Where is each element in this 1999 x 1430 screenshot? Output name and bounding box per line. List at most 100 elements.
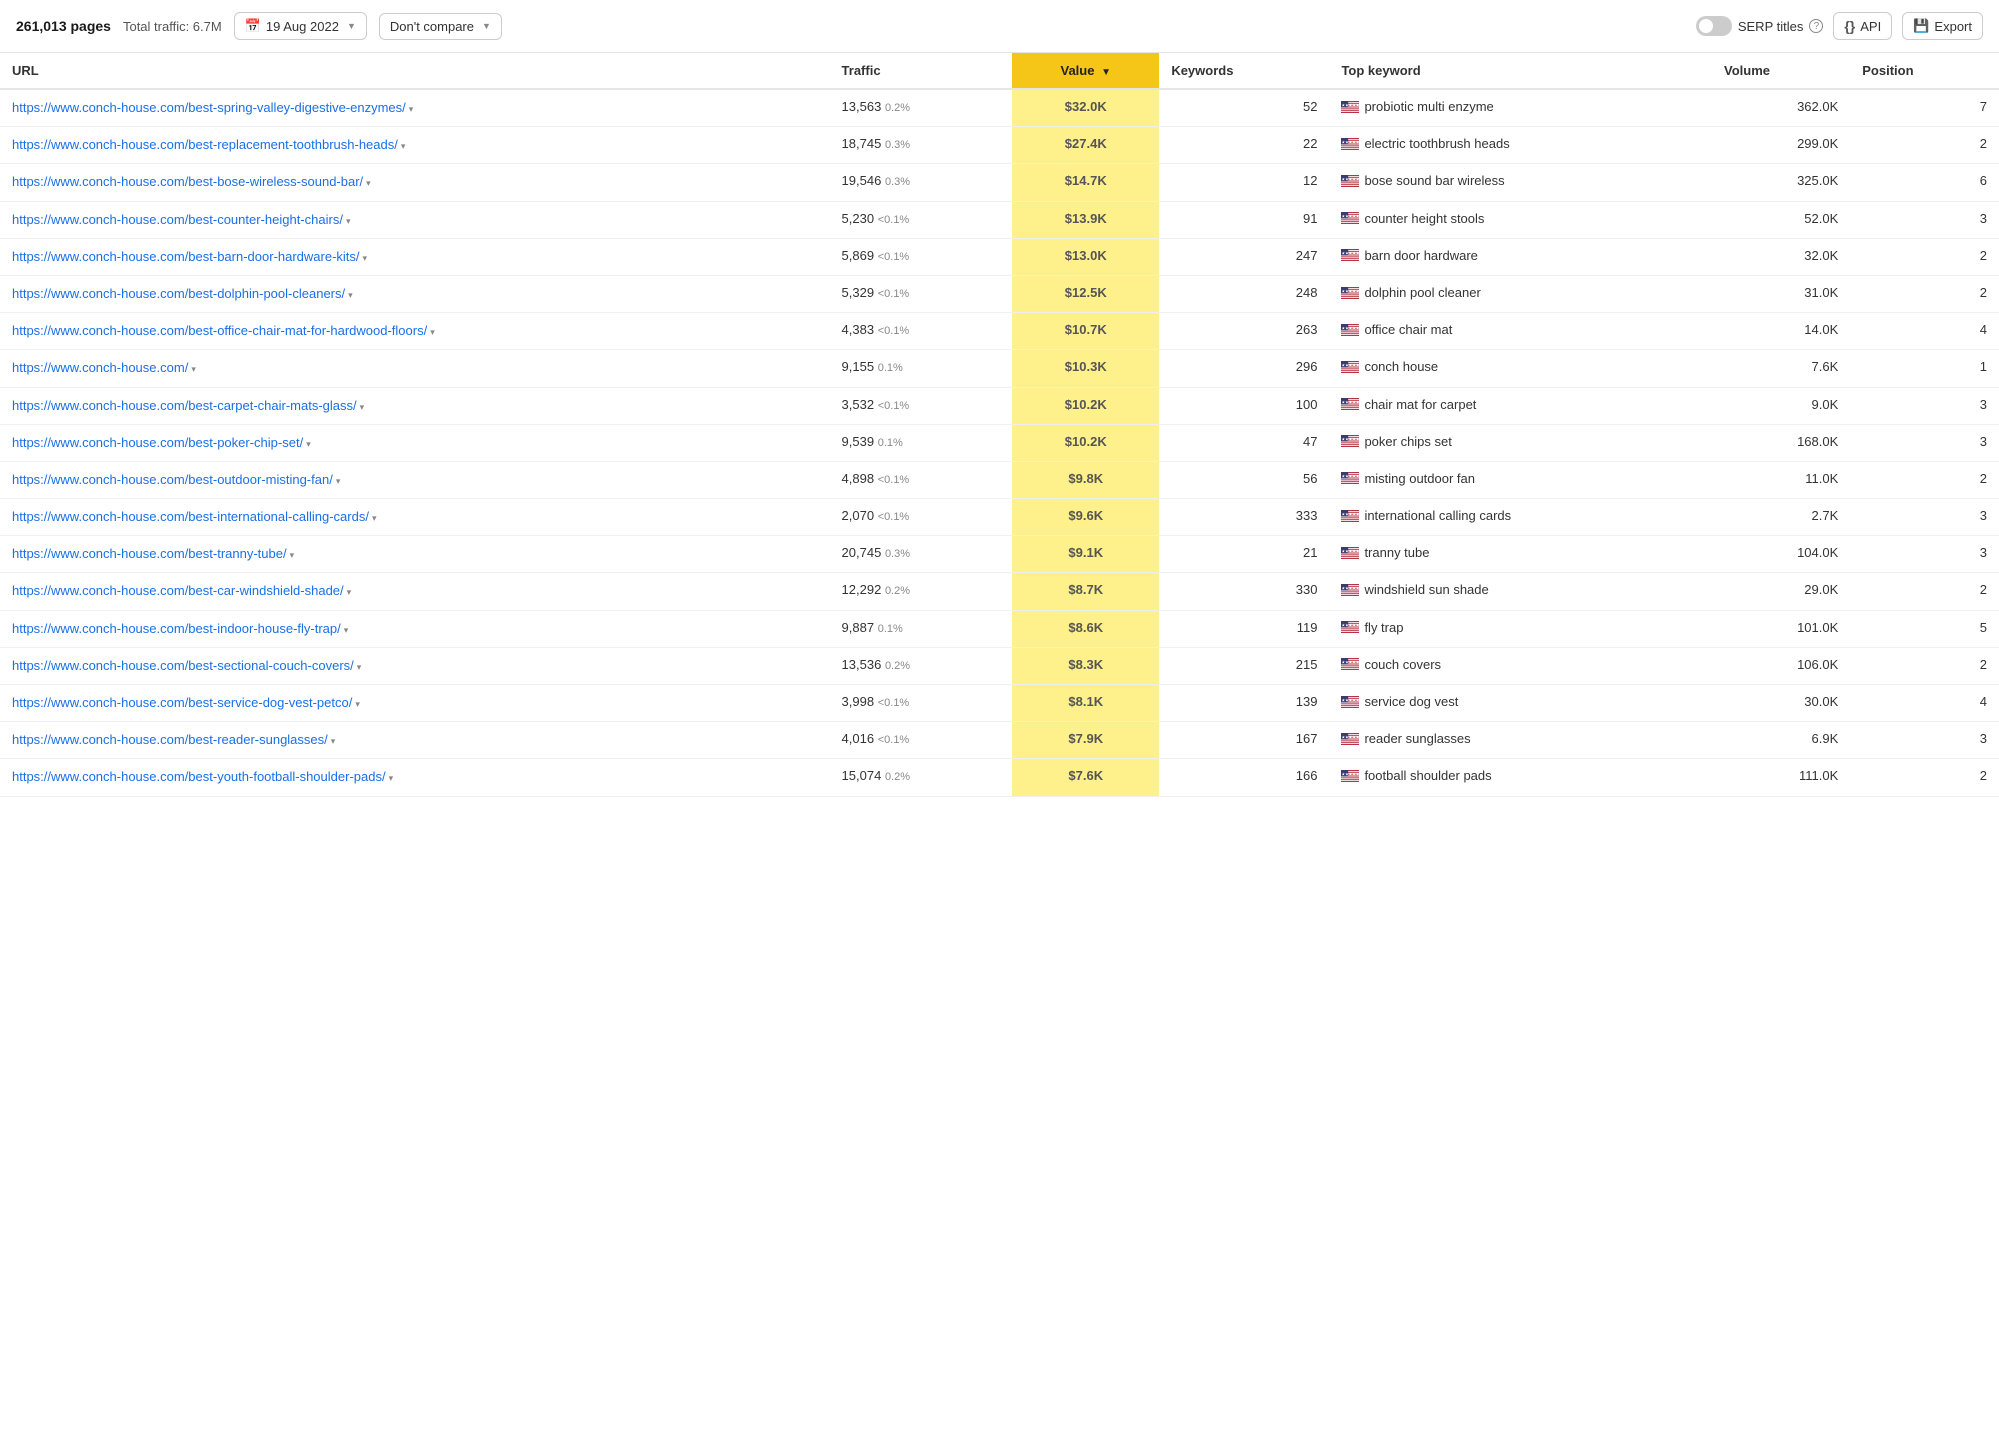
url-cell: https://www.conch-house.com/best-poker-c… — [0, 424, 830, 461]
url-chevron-icon[interactable]: ▾ — [355, 698, 360, 711]
keywords-cell: 22 — [1159, 127, 1329, 164]
traffic-header[interactable]: Traffic — [830, 53, 1013, 89]
url-link[interactable]: https://www.conch-house.com/best-indoor-… — [12, 621, 341, 636]
url-chevron-icon[interactable]: ▾ — [372, 512, 377, 525]
url-chevron-icon[interactable]: ▾ — [347, 586, 352, 599]
api-button[interactable]: {} API — [1833, 12, 1892, 40]
export-button[interactable]: 💾 Export — [1902, 12, 1983, 40]
us-flag-icon: ★★★★★★ — [1341, 472, 1359, 484]
url-link[interactable]: https://www.conch-house.com/best-outdoor… — [12, 472, 333, 487]
value-cell: $10.2K — [1012, 387, 1159, 424]
volume-header[interactable]: Volume — [1712, 53, 1850, 89]
value-cell: $9.6K — [1012, 499, 1159, 536]
url-chevron-icon[interactable]: ▾ — [357, 661, 362, 674]
keywords-cell: 21 — [1159, 536, 1329, 573]
url-chevron-icon[interactable]: ▾ — [346, 215, 351, 228]
compare-label: Don't compare — [390, 19, 474, 34]
keywords-header[interactable]: Keywords — [1159, 53, 1329, 89]
svg-text:★★★★★★: ★★★★★★ — [1342, 437, 1360, 442]
url-chevron-icon[interactable]: ▾ — [331, 735, 336, 748]
url-cell: https://www.conch-house.com/ ▾ — [0, 350, 830, 387]
top-keyword-cell: ★★★★★★ couch covers — [1329, 647, 1712, 684]
url-link[interactable]: https://www.conch-house.com/best-dolphin… — [12, 286, 345, 301]
serp-toggle-wrap: SERP titles ? — [1696, 16, 1824, 36]
position-cell: 2 — [1850, 573, 1999, 610]
url-link[interactable]: https://www.conch-house.com/best-interna… — [12, 509, 369, 524]
url-link[interactable]: https://www.conch-house.com/best-poker-c… — [12, 435, 303, 450]
url-chevron-icon[interactable]: ▾ — [306, 438, 311, 451]
url-link[interactable]: https://www.conch-house.com/ — [12, 360, 188, 375]
us-flag-icon: ★★★★★★ — [1341, 249, 1359, 261]
url-chevron-icon[interactable]: ▾ — [336, 475, 341, 488]
position-cell: 7 — [1850, 89, 1999, 127]
traffic-value: 3,532 — [842, 397, 875, 412]
url-link[interactable]: https://www.conch-house.com/best-section… — [12, 658, 354, 673]
url-link[interactable]: https://www.conch-house.com/best-spring-… — [12, 100, 406, 115]
url-header[interactable]: URL — [0, 53, 830, 89]
compare-button[interactable]: Don't compare ▼ — [379, 13, 502, 40]
position-cell: 2 — [1850, 275, 1999, 312]
date-label: 19 Aug 2022 — [266, 19, 339, 34]
traffic-pct: 0.1% — [878, 362, 903, 374]
url-cell: https://www.conch-house.com/best-outdoor… — [0, 461, 830, 498]
top-keyword-cell: ★★★★★★ misting outdoor fan — [1329, 461, 1712, 498]
url-chevron-icon[interactable]: ▾ — [290, 549, 295, 562]
top-keyword-text: football shoulder pads — [1364, 768, 1491, 783]
top-keyword-header[interactable]: Top keyword — [1329, 53, 1712, 89]
url-chevron-icon[interactable]: ▾ — [348, 289, 353, 302]
svg-text:★★★★★★: ★★★★★★ — [1342, 586, 1360, 591]
help-icon[interactable]: ? — [1809, 19, 1823, 33]
top-keyword-text: tranny tube — [1364, 545, 1429, 560]
table-row: https://www.conch-house.com/best-dolphin… — [0, 275, 1999, 312]
top-keyword-cell: ★★★★★★ probiotic multi enzyme — [1329, 89, 1712, 127]
url-link[interactable]: https://www.conch-house.com/best-counter… — [12, 212, 343, 227]
traffic-value: 13,563 — [842, 99, 882, 114]
url-link[interactable]: https://www.conch-house.com/best-barn-do… — [12, 249, 360, 264]
traffic-cell: 9,539 0.1% — [830, 424, 1013, 461]
traffic-value: 15,074 — [842, 768, 882, 783]
url-link[interactable]: https://www.conch-house.com/best-service… — [12, 695, 352, 710]
top-keyword-text: probiotic multi enzyme — [1364, 99, 1493, 114]
top-keyword-cell: ★★★★★★ bose sound bar wireless — [1329, 164, 1712, 201]
url-link[interactable]: https://www.conch-house.com/best-office-… — [12, 323, 427, 338]
url-chevron-icon[interactable]: ▾ — [360, 401, 365, 414]
traffic-value: 3,998 — [842, 694, 875, 709]
svg-text:★★★★★★: ★★★★★★ — [1342, 400, 1360, 405]
url-link[interactable]: https://www.conch-house.com/best-bose-wi… — [12, 174, 363, 189]
url-chevron-icon[interactable]: ▾ — [366, 177, 371, 190]
volume-cell: 101.0K — [1712, 610, 1850, 647]
value-header[interactable]: Value ▼ — [1012, 53, 1159, 89]
svg-text:★★★★★★: ★★★★★★ — [1342, 139, 1360, 144]
url-link[interactable]: https://www.conch-house.com/best-youth-f… — [12, 769, 386, 784]
table-row: https://www.conch-house.com/best-poker-c… — [0, 424, 1999, 461]
url-link[interactable]: https://www.conch-house.com/best-tranny-… — [12, 546, 287, 561]
serp-toggle[interactable] — [1696, 16, 1732, 36]
url-link[interactable]: https://www.conch-house.com/best-carpet-… — [12, 398, 357, 413]
url-chevron-icon[interactable]: ▾ — [389, 772, 394, 785]
url-link[interactable]: https://www.conch-house.com/best-replace… — [12, 137, 398, 152]
url-chevron-icon[interactable]: ▾ — [344, 624, 349, 637]
keywords-cell: 139 — [1159, 685, 1329, 722]
volume-cell: 111.0K — [1712, 759, 1850, 796]
us-flag-icon: ★★★★★★ — [1341, 324, 1359, 336]
position-cell: 2 — [1850, 759, 1999, 796]
url-chevron-icon[interactable]: ▾ — [363, 252, 368, 265]
top-keyword-text: international calling cards — [1364, 508, 1511, 523]
url-chevron-icon[interactable]: ▾ — [401, 140, 406, 153]
traffic-cell: 12,292 0.2% — [830, 573, 1013, 610]
traffic-value: 5,869 — [842, 248, 875, 263]
url-link[interactable]: https://www.conch-house.com/best-reader-… — [12, 732, 328, 747]
url-link[interactable]: https://www.conch-house.com/best-car-win… — [12, 583, 344, 598]
us-flag-icon: ★★★★★★ — [1341, 658, 1359, 670]
url-chevron-icon[interactable]: ▾ — [430, 326, 435, 339]
table-wrap: URL Traffic Value ▼ Keywords Top keyword… — [0, 53, 1999, 797]
traffic-value: 12,292 — [842, 582, 882, 597]
url-chevron-icon[interactable]: ▾ — [409, 103, 414, 116]
date-button[interactable]: 📅 19 Aug 2022 ▼ — [234, 12, 367, 40]
position-header[interactable]: Position — [1850, 53, 1999, 89]
traffic-value: 19,546 — [842, 173, 882, 188]
position-cell: 6 — [1850, 164, 1999, 201]
url-chevron-icon[interactable]: ▾ — [191, 363, 196, 376]
url-cell: https://www.conch-house.com/best-carpet-… — [0, 387, 830, 424]
volume-cell: 31.0K — [1712, 275, 1850, 312]
